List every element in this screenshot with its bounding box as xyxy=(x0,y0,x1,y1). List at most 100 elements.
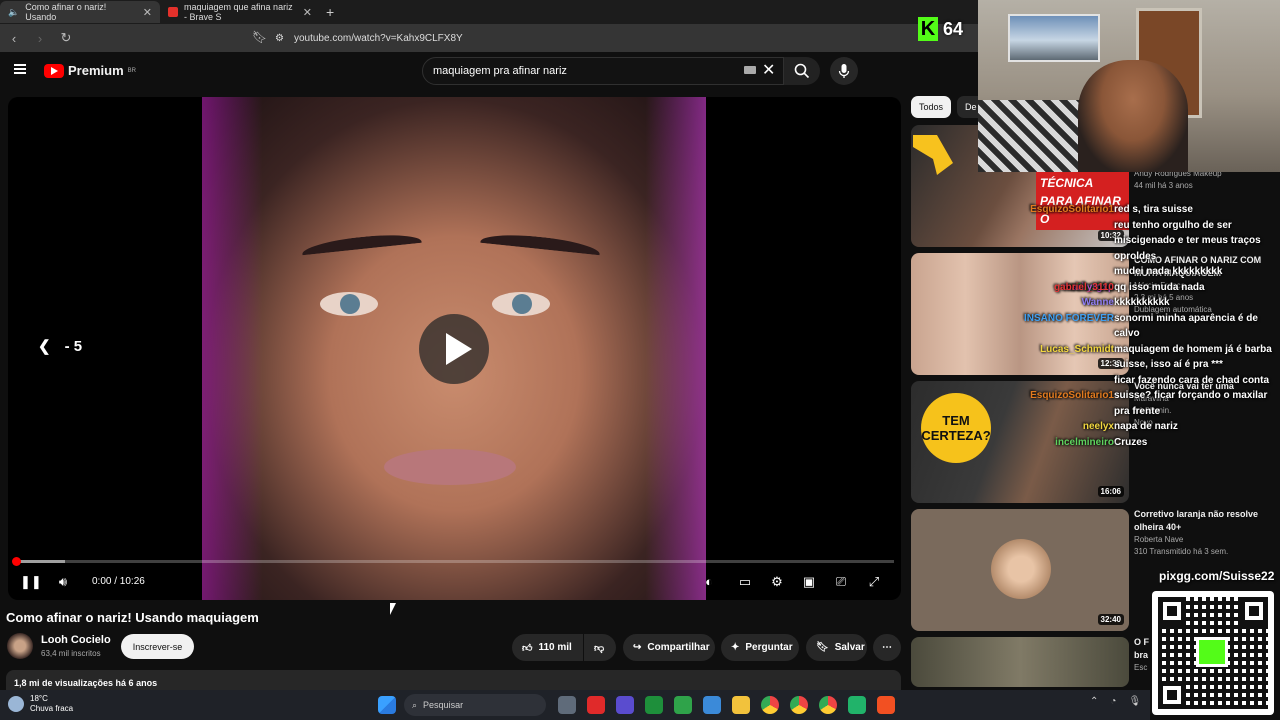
chat-text: sonormi minha aparência é de calvo xyxy=(1114,312,1258,340)
pause-icon[interactable]: ❚❚ xyxy=(20,574,42,590)
forward-icon[interactable]: › xyxy=(32,31,48,46)
chat-message: reu tenho orgulho de ser miscigenado e t… xyxy=(1018,218,1280,265)
chat-user: neelyx xyxy=(1082,421,1114,432)
microphone-icon xyxy=(838,64,850,78)
more-actions-button[interactable]: ⋯ xyxy=(873,634,901,661)
menu-icon[interactable] xyxy=(14,64,26,74)
new-tab-button[interactable]: + xyxy=(326,4,334,20)
subscribe-button[interactable]: Inscrever-se xyxy=(121,634,194,659)
back-icon[interactable]: ‹ xyxy=(6,31,22,46)
rec-title: O F bra xyxy=(1134,637,1149,660)
filter-chips: Todos De xyxy=(911,96,985,118)
like-button[interactable]: 👍︎ 110 mil xyxy=(512,634,583,661)
network-icon[interactable]: ◔ xyxy=(1110,696,1116,707)
right-eye xyxy=(492,292,550,316)
recommendation-meta[interactable]: Corretivo laranja não resolve olheira 40… xyxy=(1134,508,1262,558)
chat-text: mudei nada kkkkkkkkk xyxy=(1114,266,1223,277)
close-tab-icon[interactable]: ✕ xyxy=(303,6,312,19)
site-info-icon[interactable]: ⚙︎ xyxy=(275,33,284,44)
miniplayer-icon[interactable]: ▣ xyxy=(800,574,818,590)
donation-link-label: pixgg.com/Suisse22 xyxy=(1159,569,1275,583)
taskbar-search[interactable]: ⌕ Pesquisar xyxy=(404,694,546,716)
chat-text: kkkkkkkkkk xyxy=(1114,297,1170,308)
volume-icon[interactable]: 🔊︎ xyxy=(54,574,72,590)
chat-text: ficar fazendo cara de chad conta xyxy=(1114,374,1270,386)
close-tab-icon[interactable]: ✕ xyxy=(143,6,152,19)
taskbar-search-placeholder: Pesquisar xyxy=(423,700,464,710)
chevron-up-icon[interactable]: ⌃ xyxy=(1090,696,1098,707)
chip-todos[interactable]: Todos xyxy=(911,96,952,118)
bookmark-icon[interactable]: 🔖︎ xyxy=(252,30,267,44)
share-button[interactable]: ↪ Compartilhar xyxy=(623,634,715,661)
cast-icon[interactable]: ⎚ xyxy=(832,574,850,590)
url-field[interactable]: ⚙︎ youtube.com/watch?v=Kahx9CLFX8Y xyxy=(275,28,895,48)
save-label: Salvar xyxy=(834,642,865,653)
chat-text: maquiagem de homem já é barba xyxy=(1114,343,1272,355)
search-button[interactable] xyxy=(784,57,820,85)
calculator-icon[interactable] xyxy=(703,696,721,714)
spreadsheet-icon[interactable] xyxy=(674,696,692,714)
file-explorer-icon[interactable] xyxy=(732,696,750,714)
youtube-premium-logo[interactable]: Premium BR xyxy=(44,63,136,78)
task-view-icon[interactable] xyxy=(558,696,576,714)
chat-message: neelyx napa de nariz xyxy=(1018,419,1280,435)
keyboard-icon[interactable] xyxy=(744,66,756,74)
qr-finder xyxy=(1158,597,1186,625)
windows-start-icon[interactable] xyxy=(378,696,396,714)
duration-badge: 16:06 xyxy=(1097,486,1124,497)
brave-icon xyxy=(168,7,178,17)
chat-message: EsquizoSolitario1 suisse? ficar forçando … xyxy=(1018,388,1280,419)
chrome-profile-icon[interactable] xyxy=(790,696,808,714)
view-count: 1,8 mi de visualizações há 6 anos xyxy=(14,678,158,688)
ask-label: Perguntar xyxy=(745,642,793,653)
subtitles-icon[interactable]: ▭ xyxy=(736,574,754,590)
youtube-app-icon[interactable] xyxy=(587,696,605,714)
chat-overlay: EsquizoSolitario1 red s, tira suisse reu … xyxy=(1018,202,1280,450)
recommendation-thumbnail[interactable] xyxy=(911,637,1129,687)
chat-user: EsquizoSolitario1 xyxy=(1030,390,1114,401)
tab-youtube-video[interactable]: 🔈 Como afinar o nariz! Usando ✕ xyxy=(0,1,160,23)
recommendation-thumbnail[interactable]: 32:40 xyxy=(911,509,1129,631)
channel-name[interactable]: Looh Cocielo xyxy=(41,634,111,646)
play-button[interactable] xyxy=(419,314,489,384)
save-button[interactable]: 🔖︎ Salvar xyxy=(806,634,867,661)
wall-painting xyxy=(1008,14,1100,62)
chat-message: suisse, isso aí é pra *** xyxy=(1018,357,1280,373)
search-icon: ⌕ xyxy=(412,699,418,710)
tab-brave-search[interactable]: maquiagem que afina nariz - Brave S ✕ xyxy=(160,1,320,23)
obs-icon[interactable] xyxy=(848,696,866,714)
chrome-icon[interactable] xyxy=(761,696,779,714)
vpn-app-icon[interactable] xyxy=(616,696,634,714)
clear-search-icon[interactable]: ✕ xyxy=(762,60,775,80)
chat-message: Lucas_Schmidt maquiagem de homem já é bar… xyxy=(1018,342,1280,358)
recommendation-meta[interactable]: O F bra Esc xyxy=(1134,636,1154,674)
gear-icon[interactable]: ⚙︎ xyxy=(768,574,786,590)
chat-message: mudei nada kkkkkkkkk xyxy=(1018,264,1280,280)
xbox-icon[interactable] xyxy=(645,696,663,714)
windows-taskbar: 18°C Chuva fraca ⌕ Pesquisar ⌃ ◔ 🎙︎ xyxy=(0,690,1150,720)
subscriber-count: 63,4 mil inscritos xyxy=(41,649,101,658)
scrubber-handle[interactable] xyxy=(12,557,21,566)
voice-search-button[interactable] xyxy=(830,57,858,85)
autoplay-toggle-icon[interactable]: ◐ xyxy=(700,574,718,590)
progress-bar[interactable] xyxy=(12,557,894,566)
rec-stats: 44 mil há 3 anos xyxy=(1134,181,1193,190)
dislike-button[interactable]: 👎︎ xyxy=(584,634,616,661)
mouse-cursor xyxy=(390,603,396,615)
fullscreen-icon[interactable]: ⤢ xyxy=(865,574,883,590)
arrow-graphic xyxy=(913,135,953,175)
rec-stats: 310 Transmitido há 3 sem. xyxy=(1134,547,1229,556)
weather-widget[interactable]: 18°C Chuva fraca xyxy=(8,694,73,714)
chrome-profile-icon[interactable] xyxy=(819,696,837,714)
microphone-icon[interactable]: 🎙︎ xyxy=(1128,696,1141,707)
ask-button[interactable]: ✦ Perguntar xyxy=(721,634,799,661)
avatar[interactable] xyxy=(7,633,33,659)
thumbnail-badge: TEM CERTEZA? xyxy=(921,393,991,463)
brave-icon[interactable] xyxy=(877,696,895,714)
video-player[interactable]: ❮ - 5 ❚❚ 🔊︎ 0:00 / 10:26 ◐ ▭ ⚙︎ ▣ ⎚ ⤢ xyxy=(8,97,901,600)
reload-icon[interactable]: ↻ xyxy=(58,30,74,46)
search-value: maquiagem pra afinar nariz xyxy=(433,65,567,77)
search-input[interactable]: maquiagem pra afinar nariz xyxy=(422,57,784,85)
chat-user: INSANO FOREVER xyxy=(1023,312,1114,324)
chat-user: Wanne xyxy=(1081,297,1114,308)
